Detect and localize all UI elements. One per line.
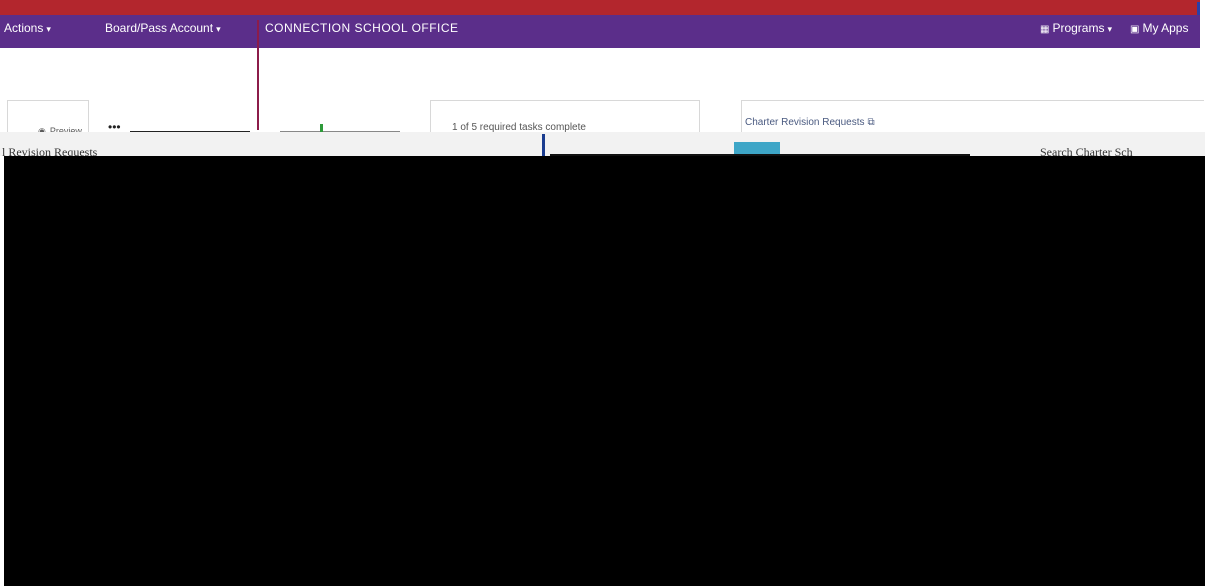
actions-label: Actions bbox=[4, 21, 44, 35]
section-header-strip bbox=[0, 132, 1205, 156]
apps-icon: ▣ bbox=[1130, 24, 1140, 35]
top-navigation-bar: Actions ▾ Board/Pass Account ▾ CONNECTION … bbox=[0, 15, 1200, 48]
my-apps-menu[interactable]: ▣ My Apps bbox=[1130, 21, 1188, 35]
account-menu[interactable]: Board/Pass Account ▾ bbox=[105, 21, 221, 35]
charter-revision-requests-link[interactable]: Charter Revision Requests ⧉ bbox=[745, 117, 875, 128]
programs-menu[interactable]: ▦ Programs ▾ bbox=[1040, 21, 1112, 35]
account-label: Board/Pass Account bbox=[105, 21, 214, 35]
chevron-down-icon: ▾ bbox=[46, 24, 51, 34]
charter-link-label: Charter Revision Requests bbox=[745, 117, 865, 128]
status-indicator bbox=[320, 124, 323, 132]
content-area-obscured bbox=[4, 156, 1205, 586]
programs-label: Programs bbox=[1052, 21, 1105, 35]
top-bar-edge-accent bbox=[1197, 2, 1200, 15]
divider-line bbox=[257, 20, 259, 130]
chevron-down-icon: ▾ bbox=[216, 24, 221, 34]
active-indicator bbox=[542, 134, 545, 156]
action-button[interactable] bbox=[734, 142, 780, 154]
chevron-down-icon: ▾ bbox=[1107, 24, 1112, 34]
my-apps-label: My Apps bbox=[1142, 21, 1189, 35]
top-red-bar bbox=[0, 0, 1200, 15]
organization-title: CONNECTION SCHOOL OFFICE bbox=[265, 21, 459, 35]
external-link-icon: ⧉ bbox=[867, 117, 875, 128]
grid-icon: ▦ bbox=[1040, 24, 1050, 35]
actions-menu[interactable]: Actions ▾ bbox=[4, 21, 51, 35]
